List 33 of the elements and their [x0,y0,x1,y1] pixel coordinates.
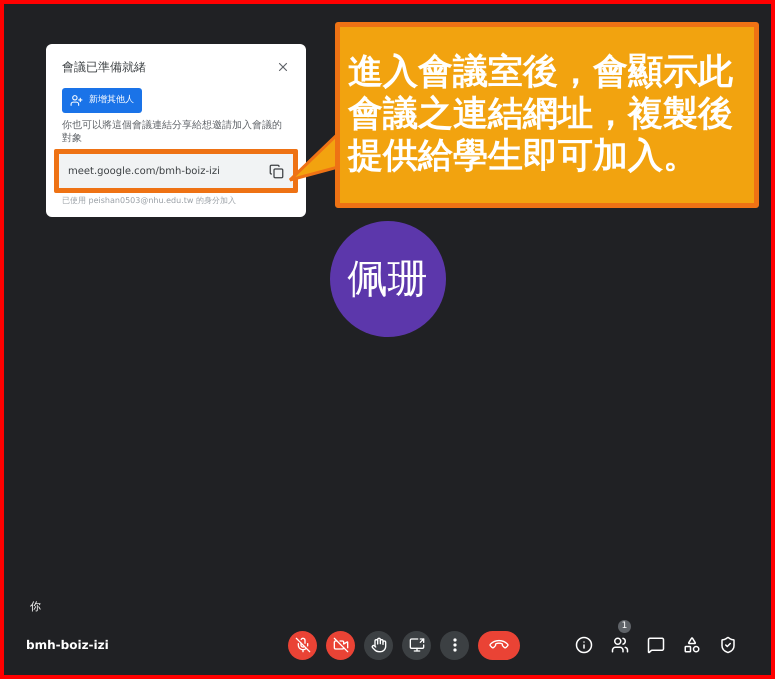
shield-icon [719,636,737,654]
leave-button[interactable] [478,630,520,660]
present-screen-icon [408,637,424,653]
close-icon [276,60,290,74]
mic-button[interactable] [288,630,317,660]
shapes-icon [683,636,701,654]
hand-button[interactable] [364,630,393,660]
camera-button[interactable] [326,630,355,660]
camera-off-icon [332,637,348,653]
more-icon [452,638,456,652]
people-icon [611,636,629,654]
signed-in-note: 已使用 peishan0503@nhu.edu.tw 的身分加入 [62,195,237,207]
copy-icon [269,164,284,178]
info-button[interactable] [573,634,595,656]
meeting-link: meet.google.com/bmh-boiz-izi [68,164,220,178]
participant-count-badge: 1 [618,620,631,633]
add-person-icon [70,94,83,107]
meeting-link-field[interactable]: meet.google.com/bmh-boiz-izi [59,154,293,188]
copy-button[interactable] [269,164,284,178]
add-people-button[interactable]: 新增其他人 [62,88,142,113]
meeting-code: bmh-boiz-izi [26,637,110,654]
present-button[interactable] [402,630,431,660]
self-label: 你 [30,600,41,613]
microphone-muted-icon [294,637,310,653]
share-description: 你也可以將這個會議連結分享給想邀請加入會議的對象 [62,119,283,145]
chat-icon [647,636,665,654]
annotation-text: 進入會議室後，會顯示此會議之連結網址，複製後提供給學生即可加入。 [348,51,734,177]
hand-icon [370,637,386,653]
card-title: 會議已準備就緒 [62,59,146,76]
more-button[interactable] [440,630,469,660]
avatar: 佩珊 [330,220,446,336]
info-icon [575,636,593,654]
close-button[interactable] [276,60,290,74]
